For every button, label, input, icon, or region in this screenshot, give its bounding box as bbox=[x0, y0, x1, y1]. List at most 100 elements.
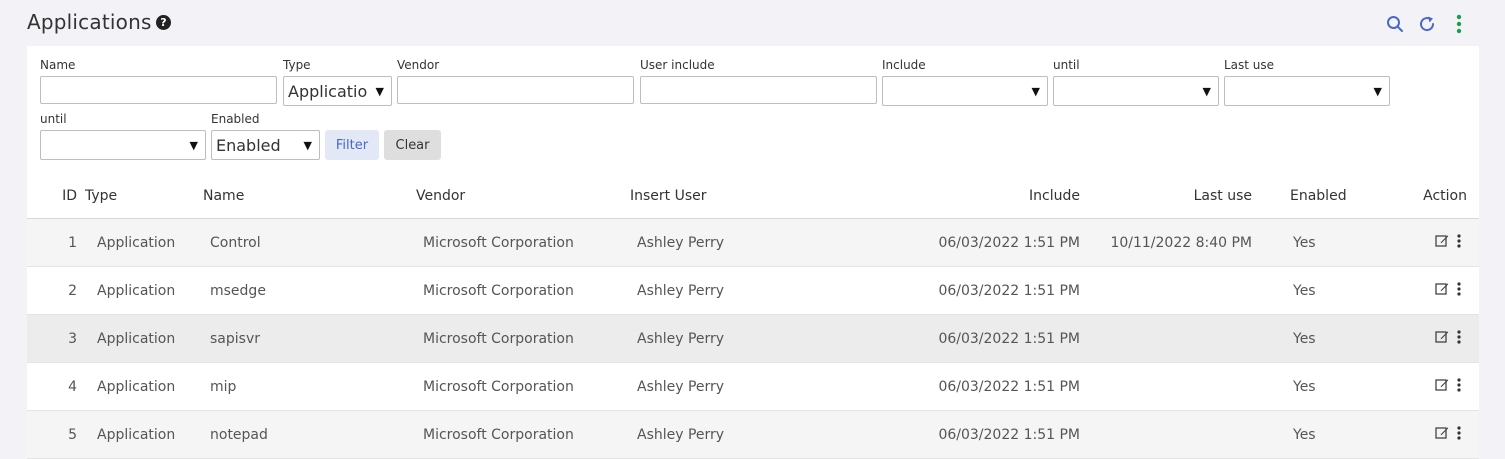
cell-action bbox=[1390, 314, 1479, 363]
cell-enabled: Yes bbox=[1260, 410, 1390, 459]
cell-last-use bbox=[1080, 314, 1260, 363]
chevron-down-icon: ▼ bbox=[1202, 85, 1211, 98]
cell-insert-user: Ashley Perry bbox=[630, 218, 860, 267]
cell-type: Application bbox=[85, 362, 203, 411]
table-row[interactable]: 3 Application sapisvr Microsoft Corporation… bbox=[27, 314, 1479, 363]
table-row[interactable]: 4 Application mip Microsoft Corporation Ashl… bbox=[27, 362, 1479, 411]
cell-enabled: Yes bbox=[1260, 266, 1390, 315]
chevron-down-icon: ▼ bbox=[375, 85, 384, 98]
page-title: Applications bbox=[27, 10, 152, 34]
cell-last-use bbox=[1080, 362, 1260, 411]
include-until-filter-select[interactable]: ▼ bbox=[1053, 76, 1219, 106]
user-include-filter-input[interactable] bbox=[640, 76, 877, 104]
column-header-last-use[interactable]: Last use bbox=[1080, 174, 1260, 219]
more-vert-icon[interactable] bbox=[1457, 425, 1461, 444]
cell-vendor: Microsoft Corporation bbox=[416, 314, 630, 363]
cell-include: 06/03/2022 1:51 PM bbox=[860, 218, 1080, 267]
edit-icon[interactable] bbox=[1435, 378, 1449, 395]
cell-enabled: Yes bbox=[1260, 362, 1390, 411]
chevron-down-icon: ▼ bbox=[189, 139, 198, 152]
cell-enabled: Yes bbox=[1260, 218, 1390, 267]
vendor-filter-input[interactable] bbox=[397, 76, 634, 104]
cell-vendor: Microsoft Corporation bbox=[416, 362, 630, 411]
column-header-include[interactable]: Include bbox=[860, 174, 1080, 219]
filter-button[interactable]: Filter bbox=[325, 130, 379, 160]
last-use-until-filter-label: until bbox=[40, 112, 67, 126]
cell-vendor: Microsoft Corporation bbox=[416, 410, 630, 459]
clear-button[interactable]: Clear bbox=[384, 130, 441, 160]
last-use-until-filter-select[interactable]: ▼ bbox=[40, 130, 206, 160]
chevron-down-icon: ▼ bbox=[303, 139, 312, 152]
cell-id: 5 bbox=[27, 410, 85, 459]
refresh-icon[interactable] bbox=[1417, 14, 1437, 34]
type-filter-select[interactable]: Applicatio ▼ bbox=[283, 76, 392, 106]
cell-name: msedge bbox=[203, 266, 416, 315]
name-filter-label: Name bbox=[40, 58, 76, 72]
cell-id: 3 bbox=[27, 314, 85, 363]
more-vert-icon[interactable] bbox=[1457, 377, 1461, 396]
edit-icon[interactable] bbox=[1435, 282, 1449, 299]
edit-icon[interactable] bbox=[1435, 330, 1449, 347]
column-header-id[interactable]: ID bbox=[27, 174, 85, 219]
table-header-row: ID Type Name Vendor Insert User Include … bbox=[27, 174, 1479, 219]
column-header-vendor[interactable]: Vendor bbox=[416, 174, 630, 219]
more-vert-icon[interactable] bbox=[1449, 14, 1469, 34]
more-vert-icon[interactable] bbox=[1457, 329, 1461, 348]
edit-icon[interactable] bbox=[1435, 234, 1449, 251]
cell-action bbox=[1390, 266, 1479, 315]
table-row[interactable]: 5 Application notepad Microsoft Corporation… bbox=[27, 410, 1479, 459]
cell-include: 06/03/2022 1:51 PM bbox=[860, 266, 1080, 315]
include-filter-select[interactable]: ▼ bbox=[882, 76, 1048, 106]
cell-id: 2 bbox=[27, 266, 85, 315]
include-until-filter-label: until bbox=[1053, 58, 1080, 72]
table-row[interactable]: 1 Application Control Microsoft Corporation… bbox=[27, 218, 1479, 267]
more-vert-icon[interactable] bbox=[1457, 281, 1461, 300]
help-icon[interactable]: ? bbox=[156, 15, 171, 30]
column-header-insert-user[interactable]: Insert User bbox=[630, 174, 860, 219]
cell-type: Application bbox=[85, 218, 203, 267]
cell-enabled: Yes bbox=[1260, 314, 1390, 363]
cell-include: 06/03/2022 1:51 PM bbox=[860, 410, 1080, 459]
cell-id: 4 bbox=[27, 362, 85, 411]
applications-table: ID Type Name Vendor Insert User Include … bbox=[27, 174, 1479, 459]
edit-icon[interactable] bbox=[1435, 426, 1449, 443]
cell-insert-user: Ashley Perry bbox=[630, 410, 860, 459]
cell-type: Application bbox=[85, 314, 203, 363]
more-vert-icon[interactable] bbox=[1457, 233, 1461, 252]
cell-include: 06/03/2022 1:51 PM bbox=[860, 314, 1080, 363]
user-include-filter-label: User include bbox=[640, 58, 715, 72]
cell-id: 1 bbox=[27, 218, 85, 267]
search-icon[interactable] bbox=[1385, 14, 1405, 34]
cell-insert-user: Ashley Perry bbox=[630, 266, 860, 315]
include-filter-label: Include bbox=[882, 58, 926, 72]
column-header-type[interactable]: Type bbox=[85, 174, 203, 219]
cell-action bbox=[1390, 362, 1479, 411]
cell-action bbox=[1390, 410, 1479, 459]
last-use-filter-select[interactable]: ▼ bbox=[1224, 76, 1390, 106]
cell-include: 06/03/2022 1:51 PM bbox=[860, 362, 1080, 411]
chevron-down-icon: ▼ bbox=[1031, 85, 1040, 98]
cell-type: Application bbox=[85, 266, 203, 315]
cell-vendor: Microsoft Corporation bbox=[416, 266, 630, 315]
enabled-filter-select[interactable]: Enabled ▼ bbox=[211, 130, 320, 160]
cell-vendor: Microsoft Corporation bbox=[416, 218, 630, 267]
cell-name: mip bbox=[203, 362, 416, 411]
chevron-down-icon: ▼ bbox=[1373, 85, 1382, 98]
type-filter-label: Type bbox=[283, 58, 311, 72]
cell-name: sapisvr bbox=[203, 314, 416, 363]
cell-type: Application bbox=[85, 410, 203, 459]
name-filter-input[interactable] bbox=[40, 76, 277, 104]
column-header-name[interactable]: Name bbox=[203, 174, 416, 219]
cell-name: notepad bbox=[203, 410, 416, 459]
header-actions bbox=[1385, 14, 1469, 34]
type-filter-value: Applicatio bbox=[288, 82, 368, 101]
cell-name: Control bbox=[203, 218, 416, 267]
cell-last-use bbox=[1080, 266, 1260, 315]
enabled-filter-value: Enabled bbox=[216, 136, 281, 155]
table-row[interactable]: 2 Application msedge Microsoft Corporation A… bbox=[27, 266, 1479, 315]
cell-last-use bbox=[1080, 410, 1260, 459]
column-header-action: Action bbox=[1390, 174, 1479, 219]
cell-action bbox=[1390, 218, 1479, 267]
column-header-enabled[interactable]: Enabled bbox=[1260, 174, 1390, 219]
applications-panel: Name Type Applicatio ▼ Vendor User inclu… bbox=[27, 46, 1479, 459]
